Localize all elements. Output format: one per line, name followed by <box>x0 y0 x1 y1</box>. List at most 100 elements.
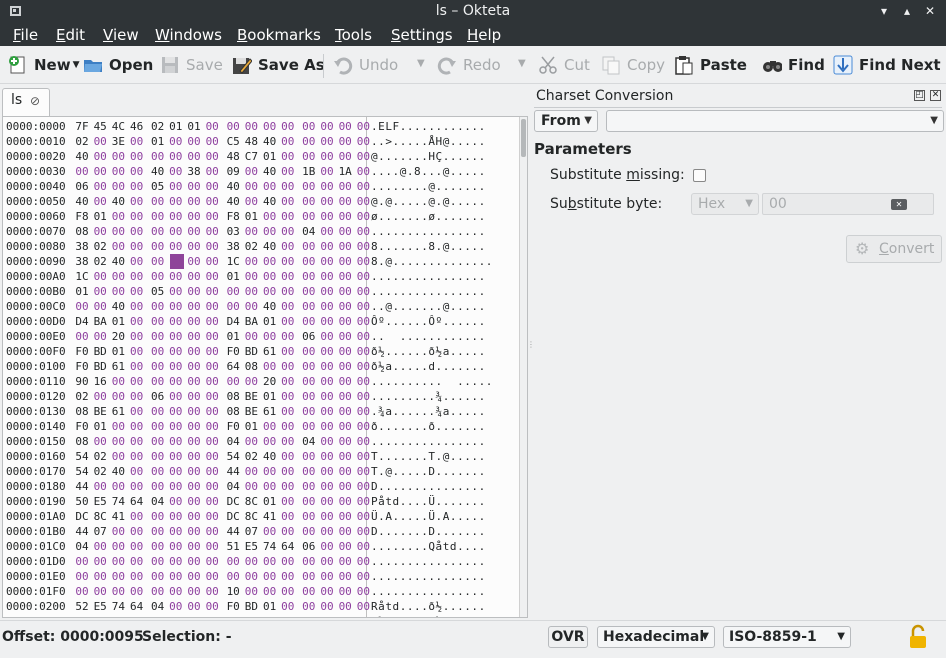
hex-byte[interactable]: 02 <box>75 389 89 404</box>
hex-byte[interactable]: 08 <box>226 404 240 419</box>
hex-byte[interactable]: 00 <box>356 149 370 164</box>
hex-byte[interactable]: 00 <box>205 254 219 269</box>
hex-byte[interactable]: 00 <box>205 359 219 374</box>
hex-byte[interactable]: 48 <box>244 134 258 149</box>
hex-byte[interactable]: 00 <box>169 299 183 314</box>
hex-byte[interactable]: 00 <box>263 434 277 449</box>
ascii-text[interactable]: ð½a.....d....... <box>371 359 486 374</box>
paste-button[interactable]: Paste <box>674 54 747 76</box>
hex-byte[interactable]: 00 <box>151 194 165 209</box>
hex-byte[interactable]: 00 <box>205 509 219 524</box>
hex-byte[interactable]: 40 <box>263 449 277 464</box>
hex-byte[interactable]: 00 <box>93 329 107 344</box>
hex-byte[interactable]: 00 <box>93 134 107 149</box>
hex-byte[interactable]: F0 <box>75 344 89 359</box>
hex-byte[interactable]: 00 <box>205 479 219 494</box>
hex-byte[interactable]: 00 <box>356 554 370 569</box>
hex-byte[interactable]: 00 <box>130 614 144 617</box>
hex-byte[interactable]: 00 <box>187 284 201 299</box>
hex-byte[interactable]: 00 <box>151 359 165 374</box>
hex-byte[interactable]: 00 <box>226 299 240 314</box>
ascii-text[interactable]: ........@....... <box>371 179 486 194</box>
close-button[interactable]: ✕ <box>923 4 937 18</box>
lock-open-icon[interactable] <box>908 624 928 650</box>
hex-byte[interactable]: 00 <box>205 179 219 194</box>
hex-byte[interactable]: 00 <box>320 554 334 569</box>
hex-byte[interactable]: 1C <box>226 254 240 269</box>
hex-byte[interactable]: 08 <box>75 434 89 449</box>
ascii-text[interactable]: ................ <box>371 269 486 284</box>
hex-byte[interactable]: 00 <box>338 314 352 329</box>
hex-byte[interactable]: 00 <box>205 584 219 599</box>
hex-byte[interactable]: 01 <box>226 329 240 344</box>
hex-byte[interactable]: 40 <box>226 194 240 209</box>
hex-byte[interactable]: 00 <box>93 569 107 584</box>
hex-byte[interactable]: 00 <box>281 149 295 164</box>
hex-byte[interactable]: 00 <box>205 329 219 344</box>
hex-byte[interactable]: 00 <box>93 539 107 554</box>
hex-byte[interactable]: 00 <box>338 509 352 524</box>
hex-byte[interactable]: 00 <box>151 254 165 269</box>
hex-byte[interactable]: 00 <box>169 194 183 209</box>
hex-byte[interactable]: BD <box>244 344 258 359</box>
hex-byte[interactable]: 00 <box>75 164 89 179</box>
ascii-text[interactable]: ..@.......@..... <box>371 299 486 314</box>
hex-byte[interactable]: 00 <box>187 569 201 584</box>
hex-byte[interactable]: F0 <box>75 419 89 434</box>
hex-byte[interactable]: 40 <box>111 299 125 314</box>
hex-byte[interactable]: 00 <box>169 569 183 584</box>
hex-byte[interactable]: 00 <box>205 569 219 584</box>
hex-byte[interactable]: 00 <box>205 374 219 389</box>
hex-byte[interactable]: 00 <box>169 239 183 254</box>
hex-byte[interactable]: 00 <box>338 449 352 464</box>
menu-windows[interactable]: Windows <box>155 26 222 44</box>
hex-byte[interactable]: 00 <box>130 404 144 419</box>
hex-byte[interactable]: 8C <box>244 494 258 509</box>
hex-byte[interactable]: 00 <box>93 479 107 494</box>
hex-byte[interactable]: 01 <box>263 149 277 164</box>
hex-byte[interactable]: 00 <box>169 224 183 239</box>
hex-byte[interactable]: 00 <box>169 554 183 569</box>
hex-byte[interactable]: 00 <box>244 374 258 389</box>
hex-byte[interactable]: 00 <box>263 119 277 134</box>
hex-byte[interactable]: 00 <box>320 239 334 254</box>
hex-byte[interactable]: 00 <box>338 599 352 614</box>
hex-byte[interactable]: 00 <box>281 434 295 449</box>
hex-byte[interactable]: 00 <box>356 329 370 344</box>
hex-byte[interactable]: 00 <box>281 569 295 584</box>
hex-byte[interactable]: 00 <box>151 374 165 389</box>
hex-byte[interactable]: 64 <box>226 359 240 374</box>
hex-byte[interactable]: 00 <box>263 464 277 479</box>
convert-button[interactable]: ⚙ Convert <box>846 235 942 263</box>
hex-byte[interactable]: 00 <box>281 314 295 329</box>
hex-byte[interactable]: 00 <box>356 164 370 179</box>
hex-byte[interactable]: 00 <box>302 599 316 614</box>
hex-byte[interactable]: 00 <box>169 344 183 359</box>
hex-byte[interactable]: 00 <box>338 614 352 617</box>
hex-byte[interactable]: 00 <box>151 419 165 434</box>
hex-byte[interactable]: 00 <box>302 389 316 404</box>
hex-byte[interactable]: 00 <box>302 134 316 149</box>
ascii-text[interactable]: 8.......8.@..... <box>371 239 486 254</box>
hex-byte[interactable]: 41 <box>263 509 277 524</box>
hex-byte[interactable]: 00 <box>244 584 258 599</box>
ascii-text[interactable]: ð.......ð....... <box>371 419 486 434</box>
hex-byte[interactable]: BD <box>93 614 107 617</box>
hex-byte[interactable]: 02 <box>93 464 107 479</box>
hex-byte[interactable]: F0 <box>226 419 240 434</box>
hex-byte[interactable]: BD <box>93 344 107 359</box>
hex-byte[interactable]: 00 <box>356 569 370 584</box>
hex-byte[interactable]: 00 <box>93 389 107 404</box>
hex-byte[interactable]: 00 <box>338 464 352 479</box>
hex-byte[interactable]: 00 <box>205 119 219 134</box>
hex-byte[interactable]: 00 <box>356 494 370 509</box>
hex-byte[interactable]: 00 <box>302 209 316 224</box>
hex-byte[interactable]: 00 <box>151 554 165 569</box>
hex-byte[interactable]: 00 <box>111 569 125 584</box>
hex-byte[interactable]: 38 <box>75 254 89 269</box>
hex-byte[interactable]: 00 <box>281 269 295 284</box>
hex-byte[interactable]: 00 <box>356 389 370 404</box>
hex-byte[interactable]: 00 <box>205 524 219 539</box>
hex-byte[interactable]: 00 <box>281 449 295 464</box>
hex-byte[interactable]: 00 <box>111 239 125 254</box>
